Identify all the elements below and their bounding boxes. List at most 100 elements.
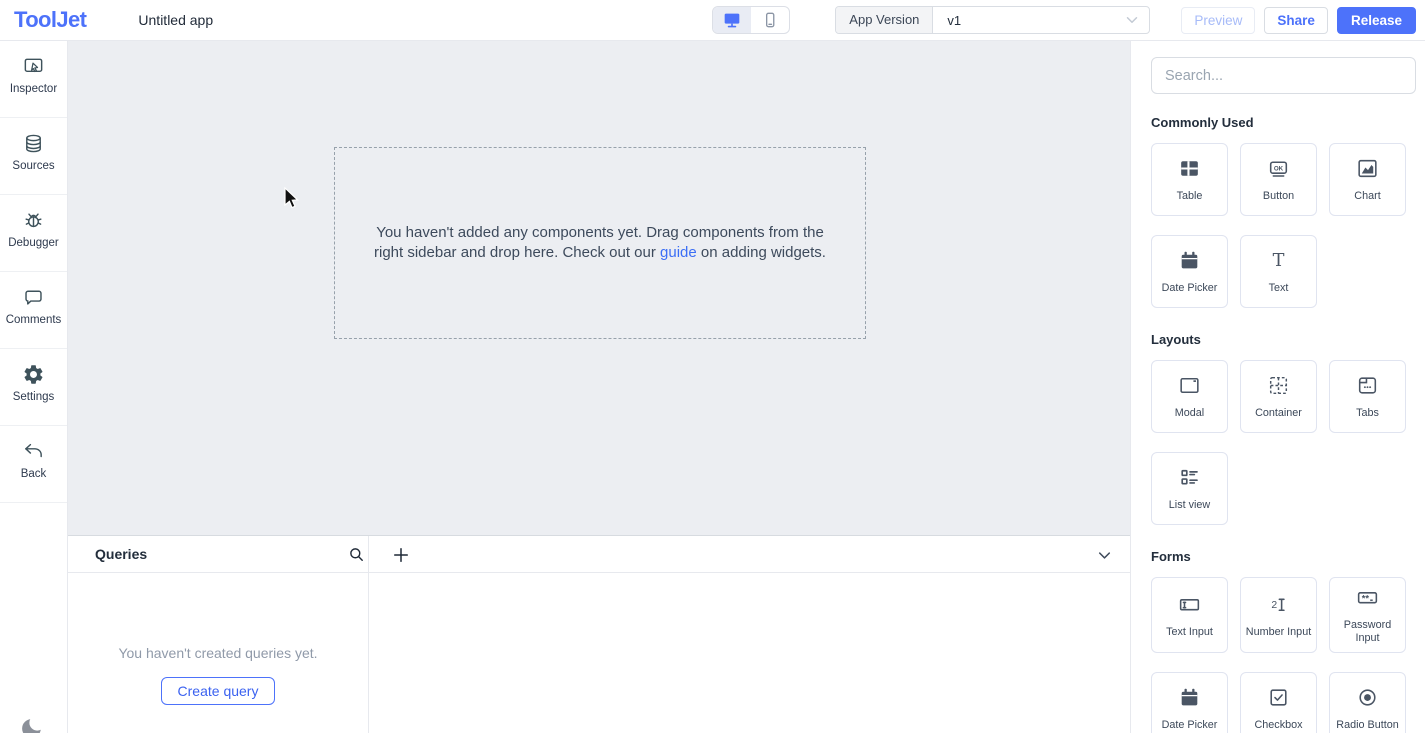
- tabs-icon: [1355, 373, 1380, 398]
- section-title-forms: Forms: [1151, 549, 1416, 564]
- datepicker-icon: [1177, 685, 1202, 710]
- mobile-icon: [760, 10, 780, 30]
- chevron-down-icon: [1123, 11, 1141, 29]
- widget-label: List view: [1169, 499, 1210, 512]
- widget-label: Date Picker: [1162, 719, 1218, 732]
- widget-label: Container: [1255, 407, 1302, 420]
- widget-grid-layouts: Modal Container Tabs List view: [1151, 360, 1416, 525]
- widget-label: Radio Button: [1336, 719, 1398, 732]
- widget-label: Password Input: [1332, 619, 1403, 645]
- widget-label: Date Picker: [1162, 282, 1218, 295]
- widget-card-number-input[interactable]: Number Input: [1240, 577, 1317, 653]
- widget-card-list-view[interactable]: List view: [1151, 452, 1228, 525]
- moon-icon: [19, 715, 46, 733]
- desktop-layout-button[interactable]: [713, 7, 751, 33]
- top-bar-actions: App Version v1 Preview Share Release: [835, 6, 1416, 34]
- inspector-icon: [22, 55, 45, 78]
- sidebar-item-label: Back: [21, 468, 47, 480]
- widget-card-chart[interactable]: Chart: [1329, 143, 1406, 216]
- app-version-value: v1: [933, 13, 1123, 28]
- app-canvas[interactable]: You haven't added any components yet. Dr…: [68, 41, 1130, 535]
- sidebar-item-inspector[interactable]: Inspector: [0, 41, 67, 118]
- sidebar-item-label: Inspector: [10, 83, 57, 95]
- tooljet-logo: ToolJet: [14, 7, 86, 33]
- mouse-cursor: [283, 187, 301, 211]
- widget-card-radio-button[interactable]: Radio Button: [1329, 672, 1406, 733]
- plus-icon: [391, 545, 411, 565]
- query-panel-header: Queries: [68, 536, 1130, 573]
- sidebar-item-comments[interactable]: Comments: [0, 272, 67, 349]
- sidebar-item-settings[interactable]: Settings: [0, 349, 67, 426]
- button-icon: [1266, 156, 1291, 181]
- widget-card-date-picker[interactable]: Date Picker: [1151, 235, 1228, 308]
- mobile-layout-button[interactable]: [751, 7, 789, 33]
- widget-card-text-input[interactable]: Text Input: [1151, 577, 1228, 653]
- search-icon: [347, 545, 366, 564]
- settings-icon: [22, 363, 45, 386]
- widget-search-input[interactable]: [1151, 57, 1416, 94]
- textinput-icon: [1177, 592, 1202, 617]
- debugger-icon: [22, 209, 45, 232]
- datepicker-icon: [1177, 248, 1202, 273]
- query-list-empty-state: You haven't created queries yet. Create …: [68, 573, 368, 733]
- text-icon: [1266, 248, 1291, 273]
- widget-card-tabs[interactable]: Tabs: [1329, 360, 1406, 433]
- widget-label: Table: [1177, 190, 1203, 203]
- widget-card-text[interactable]: Text: [1240, 235, 1317, 308]
- query-panel: Queries You haven't created queries yet.…: [68, 535, 1130, 733]
- guide-link[interactable]: guide: [660, 244, 697, 261]
- release-button[interactable]: Release: [1337, 7, 1416, 34]
- section-title-commonly-used: Commonly Used: [1151, 115, 1416, 130]
- empty-canvas-text-after: on adding widgets.: [697, 244, 826, 261]
- widget-card-modal[interactable]: Modal: [1151, 360, 1228, 433]
- widget-label: Modal: [1175, 407, 1204, 420]
- comments-icon: [22, 286, 45, 309]
- app-version-select[interactable]: App Version v1: [835, 6, 1150, 34]
- listview-icon: [1177, 465, 1202, 490]
- top-bar: ToolJet Untitled app App Version v1 Prev…: [0, 0, 1425, 41]
- widget-card-checkbox[interactable]: Checkbox: [1240, 672, 1317, 733]
- widget-card-button[interactable]: Button: [1240, 143, 1317, 216]
- device-layout-toggle: [712, 6, 790, 34]
- container-icon: [1266, 373, 1291, 398]
- dark-mode-toggle[interactable]: [19, 715, 46, 733]
- widget-card-date-picker-forms[interactable]: Date Picker: [1151, 672, 1228, 733]
- widget-label: Tabs: [1356, 407, 1379, 420]
- chevron-down-icon: [1095, 546, 1114, 565]
- queries-title: Queries: [95, 546, 147, 562]
- widget-grid-forms: Text Input Number Input Password Input D…: [1151, 577, 1416, 733]
- widget-card-container[interactable]: Container: [1240, 360, 1317, 433]
- widget-grid-commonly-used: Table Button Chart Date Picker Text: [1151, 143, 1416, 308]
- sidebar-item-label: Debugger: [8, 237, 59, 249]
- numberinput-icon: [1266, 592, 1291, 617]
- widget-card-password-input[interactable]: Password Input: [1329, 577, 1406, 653]
- widget-label: Chart: [1354, 190, 1380, 203]
- radiobutton-icon: [1355, 685, 1380, 710]
- sidebar-item-back[interactable]: Back: [0, 426, 67, 503]
- checkbox-icon: [1266, 685, 1291, 710]
- back-icon: [22, 440, 45, 463]
- sidebar-item-sources[interactable]: Sources: [0, 118, 67, 195]
- widget-card-table[interactable]: Table: [1151, 143, 1228, 216]
- preview-button[interactable]: Preview: [1181, 7, 1255, 34]
- app-version-label: App Version: [836, 7, 933, 33]
- widget-label: Text Input: [1166, 626, 1213, 639]
- add-query-button[interactable]: [391, 545, 411, 565]
- create-query-button[interactable]: Create query: [161, 677, 276, 705]
- share-button[interactable]: Share: [1264, 7, 1328, 34]
- no-queries-message: You haven't created queries yet.: [118, 645, 317, 661]
- empty-canvas-dropzone[interactable]: You haven't added any components yet. Dr…: [334, 147, 866, 339]
- sidebar-item-label: Settings: [13, 391, 55, 403]
- empty-canvas-message: You haven't added any components yet. Dr…: [360, 223, 840, 263]
- sidebar-item-debugger[interactable]: Debugger: [0, 195, 67, 272]
- sidebar-item-label: Comments: [6, 314, 62, 326]
- chart-icon: [1355, 156, 1380, 181]
- widget-label: Checkbox: [1254, 719, 1302, 732]
- query-search-button[interactable]: [347, 545, 366, 564]
- section-title-layouts: Layouts: [1151, 332, 1416, 347]
- left-sidebar: Inspector Sources Debugger Comments Sett…: [0, 41, 68, 733]
- passwordinput-icon: [1355, 585, 1380, 610]
- collapse-query-panel-button[interactable]: [1095, 546, 1114, 565]
- widget-label: Button: [1263, 190, 1294, 203]
- app-title[interactable]: Untitled app: [138, 12, 213, 28]
